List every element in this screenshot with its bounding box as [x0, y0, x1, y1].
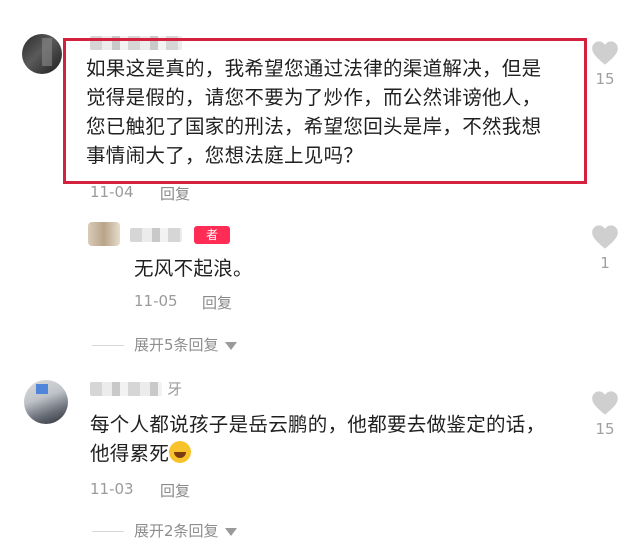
comment-text: 如果这是真的，我希望您通过法律的渠道解决，但是 觉得是假的，请您不要为了炒作，而… — [86, 54, 586, 170]
comment-date: 11-05 — [134, 292, 178, 310]
comment-line: 他得累死 — [90, 439, 580, 468]
author-badge: 者 — [194, 226, 230, 244]
heart-icon — [592, 41, 618, 65]
username-blurred[interactable] — [130, 228, 182, 242]
expand-label: 展开5条回复 — [134, 336, 219, 354]
reply-button[interactable]: 回复 — [160, 480, 190, 501]
avatar[interactable] — [22, 34, 62, 74]
username[interactable]: 牙 — [90, 378, 183, 398]
laughing-emoji-icon — [169, 441, 192, 463]
username-blurred — [90, 381, 162, 396]
comment-text: 每个人都说孩子是岳云鹏的，他都要去做鉴定的话， 他得累死 — [90, 410, 580, 468]
comment-date: 11-03 — [90, 480, 134, 498]
comment-line: 如果这是真的，我希望您通过法律的渠道解决，但是 — [86, 57, 542, 80]
divider — [92, 345, 124, 346]
expand-replies-button[interactable]: 展开2条回复 — [92, 520, 237, 541]
like-button[interactable] — [591, 390, 619, 416]
username-fragment: 牙 — [167, 380, 183, 398]
like-count: 15 — [595, 420, 615, 438]
like-button[interactable] — [591, 40, 619, 66]
expand-replies-button[interactable]: 展开5条回复 — [92, 334, 237, 355]
reply-button[interactable]: 回复 — [160, 183, 190, 204]
comment-date: 11-04 — [90, 183, 134, 201]
avatar[interactable] — [88, 222, 120, 246]
like-count: 15 — [595, 70, 615, 88]
chevron-down-icon — [224, 527, 237, 536]
comment-line: 您已触犯了国家的刑法，希望您回头是岸，不然我想 — [86, 115, 542, 138]
heart-icon — [592, 225, 618, 249]
comment-line: 每个人都说孩子是岳云鹏的，他都要去做鉴定的话， — [90, 413, 546, 436]
comment-text: 无风不起浪。 — [134, 257, 253, 280]
reply-button[interactable]: 回复 — [202, 292, 232, 313]
avatar[interactable] — [24, 380, 68, 424]
like-count: 1 — [600, 254, 610, 272]
comment-line: 事情闹大了，您想法庭上见吗？ — [86, 144, 364, 167]
heart-icon — [592, 391, 618, 415]
comment-line: 觉得是假的，请您不要为了炒作，而公然诽谤他人， — [86, 86, 542, 109]
comment-line-text: 他得累死 — [90, 442, 170, 465]
divider — [92, 531, 124, 532]
expand-label: 展开2条回复 — [134, 522, 219, 540]
like-button[interactable] — [591, 224, 619, 250]
chevron-down-icon — [224, 341, 237, 350]
